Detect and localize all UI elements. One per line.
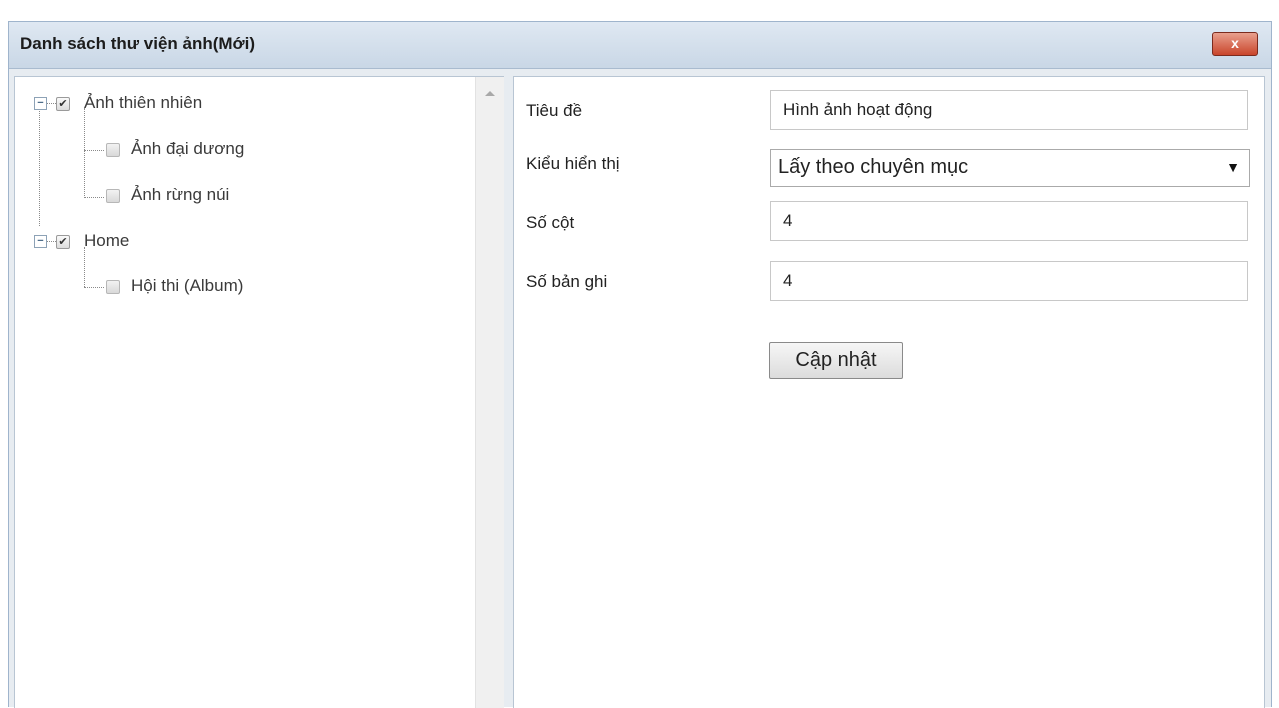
- tree-node-label[interactable]: Home: [84, 231, 129, 251]
- display-type-select[interactable]: Lấy theo chuyên mục ▼: [770, 149, 1250, 187]
- tree-connector: [84, 150, 104, 151]
- tree-node-label[interactable]: Ảnh rừng núi: [131, 185, 229, 205]
- update-button[interactable]: Cập nhật: [769, 342, 903, 379]
- records-input[interactable]: [770, 261, 1248, 301]
- tree-checkbox[interactable]: ✔: [56, 235, 70, 249]
- page-top-strip: [0, 0, 1279, 20]
- title-input[interactable]: [770, 90, 1248, 130]
- tree-connector: [46, 103, 56, 104]
- columns-input[interactable]: [770, 201, 1248, 241]
- dialog-title: Danh sách thư viện ảnh(Mới): [20, 34, 256, 53]
- tree-checkbox[interactable]: ✔: [56, 97, 70, 111]
- tree-connector: [39, 108, 40, 226]
- display-type-label: Kiểu hiển thị: [526, 154, 620, 173]
- chevron-down-icon: ▼: [1226, 159, 1240, 175]
- tree-connector: [84, 247, 85, 287]
- tree-connector: [84, 287, 104, 288]
- scroll-up-icon[interactable]: [485, 91, 495, 96]
- tree-node-label[interactable]: Ảnh thiên nhiên: [84, 93, 202, 113]
- collapse-toggle-icon[interactable]: −: [34, 235, 47, 248]
- tree-node-label[interactable]: Ảnh đại dương: [131, 139, 244, 159]
- settings-panel: Tiêu đề Kiểu hiển thị Lấy theo chuyên mụ…: [513, 76, 1265, 708]
- close-button[interactable]: x: [1212, 32, 1258, 56]
- tree-scrollbar[interactable]: [475, 77, 504, 708]
- display-type-value: Lấy theo chuyên mục: [778, 156, 969, 178]
- gallery-dialog: Danh sách thư viện ảnh(Mới) x − ✔ Ảnh th…: [8, 21, 1272, 708]
- records-label: Số bản ghi: [526, 272, 608, 291]
- tree-connector: [84, 108, 85, 198]
- close-icon: x: [1231, 35, 1239, 51]
- title-label: Tiêu đề: [526, 101, 583, 120]
- category-tree: − ✔ Ảnh thiên nhiên Ảnh đại dương Ảnh rừ…: [15, 77, 475, 708]
- tree-checkbox[interactable]: [106, 143, 120, 157]
- tree-connector: [46, 241, 56, 242]
- columns-label: Số cột: [526, 213, 575, 232]
- tree-node-label[interactable]: Hội thi (Album): [131, 276, 243, 296]
- tree-connector: [84, 197, 104, 198]
- tree-checkbox[interactable]: [106, 189, 120, 203]
- dialog-titlebar: Danh sách thư viện ảnh(Mới) x: [9, 22, 1271, 69]
- collapse-toggle-icon[interactable]: −: [34, 97, 47, 110]
- tree-panel: − ✔ Ảnh thiên nhiên Ảnh đại dương Ảnh rừ…: [14, 76, 504, 708]
- tree-checkbox[interactable]: [106, 280, 120, 294]
